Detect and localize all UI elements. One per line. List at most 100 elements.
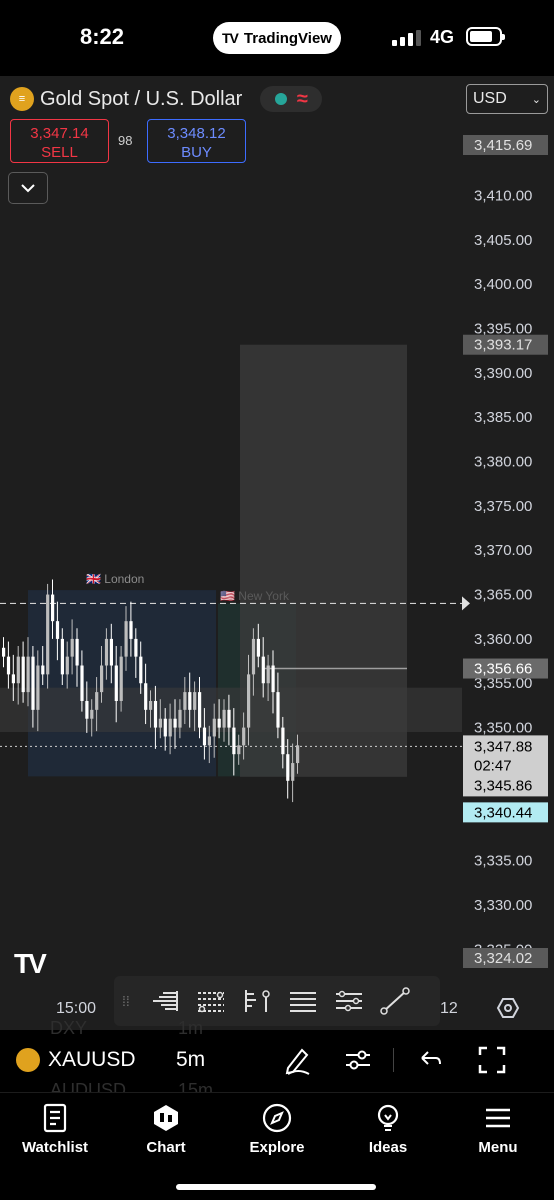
candle-body [51,594,55,622]
candle-body [2,647,6,657]
candle-body [114,665,118,701]
parallel-channel-tool[interactable] [330,983,368,1019]
candle-body [60,638,64,675]
status-time: 8:22 [80,24,125,49]
candle-body [232,727,236,755]
tradingview-logo-icon: TV [14,948,47,979]
candle-body [188,692,192,710]
interval-button[interactable]: 5m [176,1048,205,1072]
candle-body [134,638,138,657]
candle-body [266,665,270,684]
indicators-sliders-icon[interactable] [342,1044,374,1076]
y-axis-tick-label: 3,335.00 [474,853,532,870]
sell-button[interactable]: 3,347.14 SELL [10,119,109,163]
candle-body [46,594,50,675]
network-type: 4G [430,27,455,47]
drawing-toolbar[interactable]: ⁞⁞ [114,976,440,1026]
trend-line-icon [380,987,410,1015]
time-axis-label: 15:00 [56,1000,97,1017]
market-open-dot-icon [274,93,287,105]
candle-body [124,621,128,657]
last-price-label: 3,347.88 [474,738,532,755]
fib-retracement-icon [198,991,224,1013]
chevron-down-icon [21,184,35,193]
collapse-button[interactable] [8,172,48,204]
tab-menu[interactable]: Menu [448,1103,548,1156]
candle-body [65,656,69,675]
symbol-search-button[interactable]: XAUUSD [48,1048,136,1072]
y-axis-tick-label: 3,370.00 [474,542,532,559]
candle-body [222,709,226,728]
undo-icon[interactable] [414,1044,446,1076]
tab-explore-label: Explore [249,1139,305,1156]
candle-body [163,718,167,737]
chevron-down-icon: ⌄ [531,93,541,106]
y-axis-tick-label: 3,365.00 [474,587,532,604]
tab-chart-label: Chart [146,1139,186,1156]
ghost-interval-1m: 1m [178,1018,204,1038]
candle-body [21,656,25,693]
tradingview-pill[interactable]: TV TradingView [213,22,341,54]
candle-body [139,656,143,684]
candle-body [286,754,290,781]
buy-price: 3,348.12 [167,125,226,142]
candle-body [26,656,30,693]
price-chart[interactable]: 🇬🇧 London 🇺🇸 New York 3,410.00 3,405.00 3,40… [0,76,554,1030]
candle-body [36,665,40,710]
price-badge-label: 3,324.02 [474,950,532,967]
candle-body [227,709,231,728]
candle-body [153,700,158,728]
chart-settings-icon[interactable] [496,996,520,1020]
price-badge-label: 3,415.69 [474,137,532,154]
horizontal-lines-tool[interactable] [284,983,322,1019]
volatility-wave-icon: ≈ [296,88,308,110]
candle-body [95,692,99,710]
chart-area[interactable]: 🇬🇧 London 🇺🇸 New York 3,410.00 3,405.00 3,40… [0,76,554,1030]
currency-value: USD [473,90,507,107]
tab-watchlist[interactable]: Watchlist [5,1103,105,1156]
candle-body [11,674,15,684]
session-label-london: 🇬🇧 London [86,572,144,586]
symbol-header[interactable]: ≡ Gold Spot / U.S. Dollar ≈ [10,86,323,112]
fullscreen-icon[interactable] [476,1044,508,1076]
candle-body [207,736,211,746]
candle-body [173,718,177,728]
candle-body [291,763,295,781]
tab-chart[interactable]: Chart [116,1103,216,1156]
market-status-pill[interactable]: ≈ [260,86,323,112]
candle-body [70,638,74,657]
trend-line-tool[interactable] [376,983,414,1019]
home-indicator [176,1184,376,1190]
candle-body [104,638,109,666]
y-axis-tick-label: 3,400.00 [474,276,532,293]
price-range-icon [245,990,270,1012]
tab-watchlist-label: Watchlist [21,1139,89,1156]
tab-explore[interactable]: Explore [227,1103,327,1156]
candle-body [55,621,60,639]
price-range-tool[interactable] [238,983,276,1019]
status-bar: 8:22 TV TradingView 4G [0,0,554,76]
candle-body [31,656,35,710]
volume-profile-icon [153,991,178,1011]
candle-body [80,665,84,701]
currency-select[interactable]: USD ⌄ [466,84,548,114]
candle-body [202,727,207,746]
tab-ideas[interactable]: Ideas [338,1103,438,1156]
y-axis-tick-label: 3,380.00 [474,454,532,471]
candle-body [90,709,94,719]
candle-body [217,718,221,728]
horizontal-lines-icon [290,992,316,1012]
candle-body [198,692,202,728]
drawing-pen-icon[interactable] [282,1044,314,1076]
volume-profile-tool[interactable] [146,983,184,1019]
hamburger-icon [486,1108,510,1128]
candle-body [6,656,11,675]
fib-retracement-tool[interactable] [192,983,230,1019]
battery-icon [466,27,505,46]
buy-label: BUY [181,144,212,161]
buy-button[interactable]: 3,348.12 BUY [147,119,246,163]
candle-body [276,692,280,728]
session-label-newyork: 🇺🇸 New York [220,589,290,603]
tab-ideas-label: Ideas [368,1139,408,1156]
drag-handle-icon[interactable]: ⁞⁞ [122,993,138,1009]
